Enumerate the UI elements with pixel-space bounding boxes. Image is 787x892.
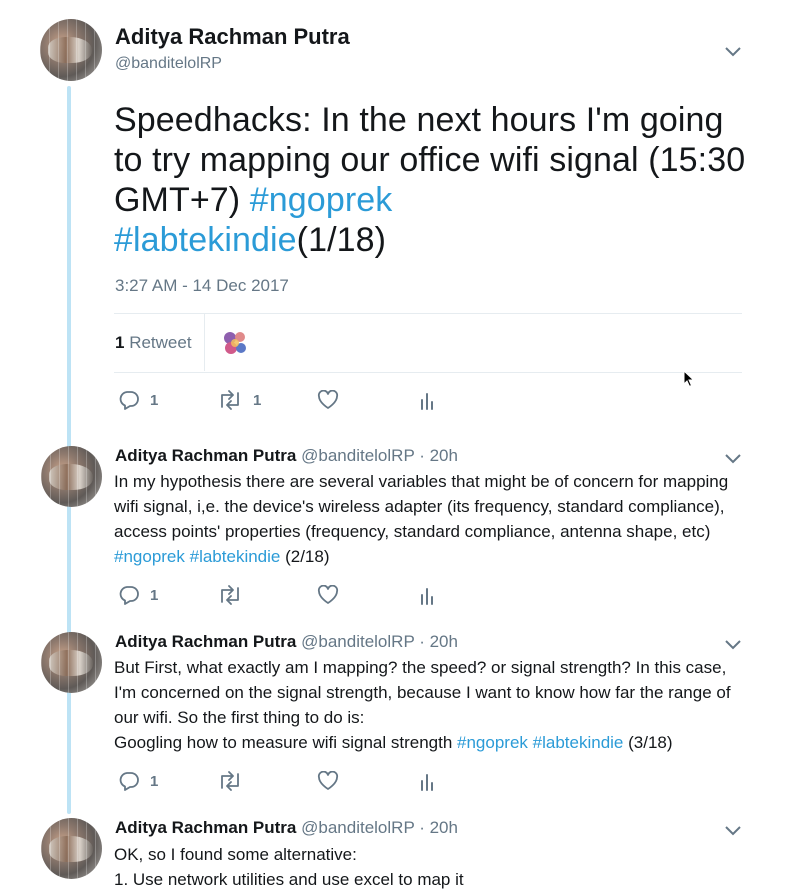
hashtag-link[interactable]: #labtekindie xyxy=(533,733,624,752)
retweet-action[interactable] xyxy=(217,585,243,605)
author-name[interactable]: Aditya Rachman Putra xyxy=(115,632,296,651)
avatar[interactable] xyxy=(41,446,102,507)
retweet-stats[interactable]: 1 Retweet xyxy=(115,333,192,353)
reply-header: Aditya Rachman Putra @banditelolRP · 20h xyxy=(115,446,458,466)
tweet-text-body: 1. Use network utilities and use excel t… xyxy=(114,870,464,889)
chevron-down-icon[interactable] xyxy=(724,823,742,841)
author-name[interactable]: Aditya Rachman Putra xyxy=(115,818,296,837)
hashtag-link[interactable]: #ngoprek xyxy=(457,733,528,752)
author-meta[interactable]: @banditelolRP · 20h xyxy=(301,446,458,465)
hashtag-link[interactable]: #ngoprek xyxy=(250,181,393,219)
analytics-icon xyxy=(421,393,433,410)
thread-counter: (3/18) xyxy=(623,733,673,752)
avatar[interactable] xyxy=(41,632,102,693)
divider xyxy=(114,313,742,314)
avatar[interactable] xyxy=(40,19,102,81)
retweet-stat-count: 1 xyxy=(115,333,125,352)
tweet-text-body: Speedhacks: In the next hours I'm going … xyxy=(114,101,746,219)
tweet-text: Speedhacks: In the next hours I'm going … xyxy=(114,100,754,260)
hashtag-link[interactable]: #labtekindie xyxy=(190,547,281,566)
retweet-stat-label: Retweet xyxy=(129,333,192,352)
reply-action[interactable]: 1 xyxy=(118,585,158,605)
reply-header: Aditya Rachman Putra @banditelolRP · 20h xyxy=(115,632,458,652)
analytics-action[interactable] xyxy=(420,586,436,606)
heart-icon xyxy=(317,585,339,604)
analytics-icon xyxy=(421,774,433,791)
retweet-icon xyxy=(221,771,239,791)
retweet-action[interactable] xyxy=(217,771,243,791)
reply-action[interactable]: 1 xyxy=(118,390,158,410)
avatar[interactable] xyxy=(41,818,102,879)
retweet-count: 1 xyxy=(253,391,262,409)
retweeter-avatar[interactable] xyxy=(221,329,249,357)
tweet-text-body: In my hypothesis there are several varia… xyxy=(114,472,729,541)
divider xyxy=(114,372,742,373)
reply-header: Aditya Rachman Putra @banditelolRP · 20h xyxy=(115,818,458,838)
chevron-down-icon[interactable] xyxy=(724,44,742,62)
reply-icon xyxy=(119,772,139,791)
mouse-cursor-icon xyxy=(683,369,695,393)
author-name[interactable]: Aditya Rachman Putra xyxy=(115,446,296,465)
reply-count: 1 xyxy=(150,391,159,409)
like-action[interactable] xyxy=(317,585,339,605)
hashtag-link[interactable]: #ngoprek xyxy=(114,547,185,566)
retweet-icon xyxy=(221,390,239,410)
heart-icon xyxy=(317,771,339,790)
tweet-text: But First, what exactly am I mapping? th… xyxy=(114,655,744,755)
thread-counter: (2/18) xyxy=(280,547,330,566)
chevron-down-icon[interactable] xyxy=(724,637,742,655)
analytics-action[interactable] xyxy=(420,391,436,411)
chevron-down-icon[interactable] xyxy=(724,451,742,469)
retweet-icon xyxy=(221,585,239,605)
divider xyxy=(204,313,205,371)
hashtag-link[interactable]: #labtekindie xyxy=(114,221,297,259)
tweet-text-body: OK, so I found some alternative: xyxy=(114,845,357,864)
analytics-icon xyxy=(421,588,433,605)
tweet-text-body: But First, what exactly am I mapping? th… xyxy=(114,658,731,727)
tweet-text: In my hypothesis there are several varia… xyxy=(114,469,744,569)
tweet-text-body: Googling how to measure wifi signal stre… xyxy=(114,733,458,752)
heart-icon xyxy=(317,390,339,409)
like-action[interactable] xyxy=(317,390,339,410)
tweet-timestamp[interactable]: 3:27 AM - 14 Dec 2017 xyxy=(115,276,289,296)
reply-action[interactable]: 1 xyxy=(118,771,158,791)
author-meta[interactable]: @banditelolRP · 20h xyxy=(301,632,458,651)
author-meta[interactable]: @banditelolRP · 20h xyxy=(301,818,458,837)
reply-count: 1 xyxy=(150,772,159,790)
retweet-action[interactable]: 1 xyxy=(217,390,261,410)
analytics-action[interactable] xyxy=(420,772,436,792)
reply-count: 1 xyxy=(150,586,159,604)
author-handle[interactable]: @banditelolRP xyxy=(115,55,222,73)
tweet-text: OK, so I found some alternative: 1. Use … xyxy=(114,842,744,892)
like-action[interactable] xyxy=(317,771,339,791)
reply-icon xyxy=(119,391,139,410)
reply-icon xyxy=(119,586,139,605)
author-name[interactable]: Aditya Rachman Putra xyxy=(115,24,350,50)
thread-counter: (1/18) xyxy=(296,221,387,259)
